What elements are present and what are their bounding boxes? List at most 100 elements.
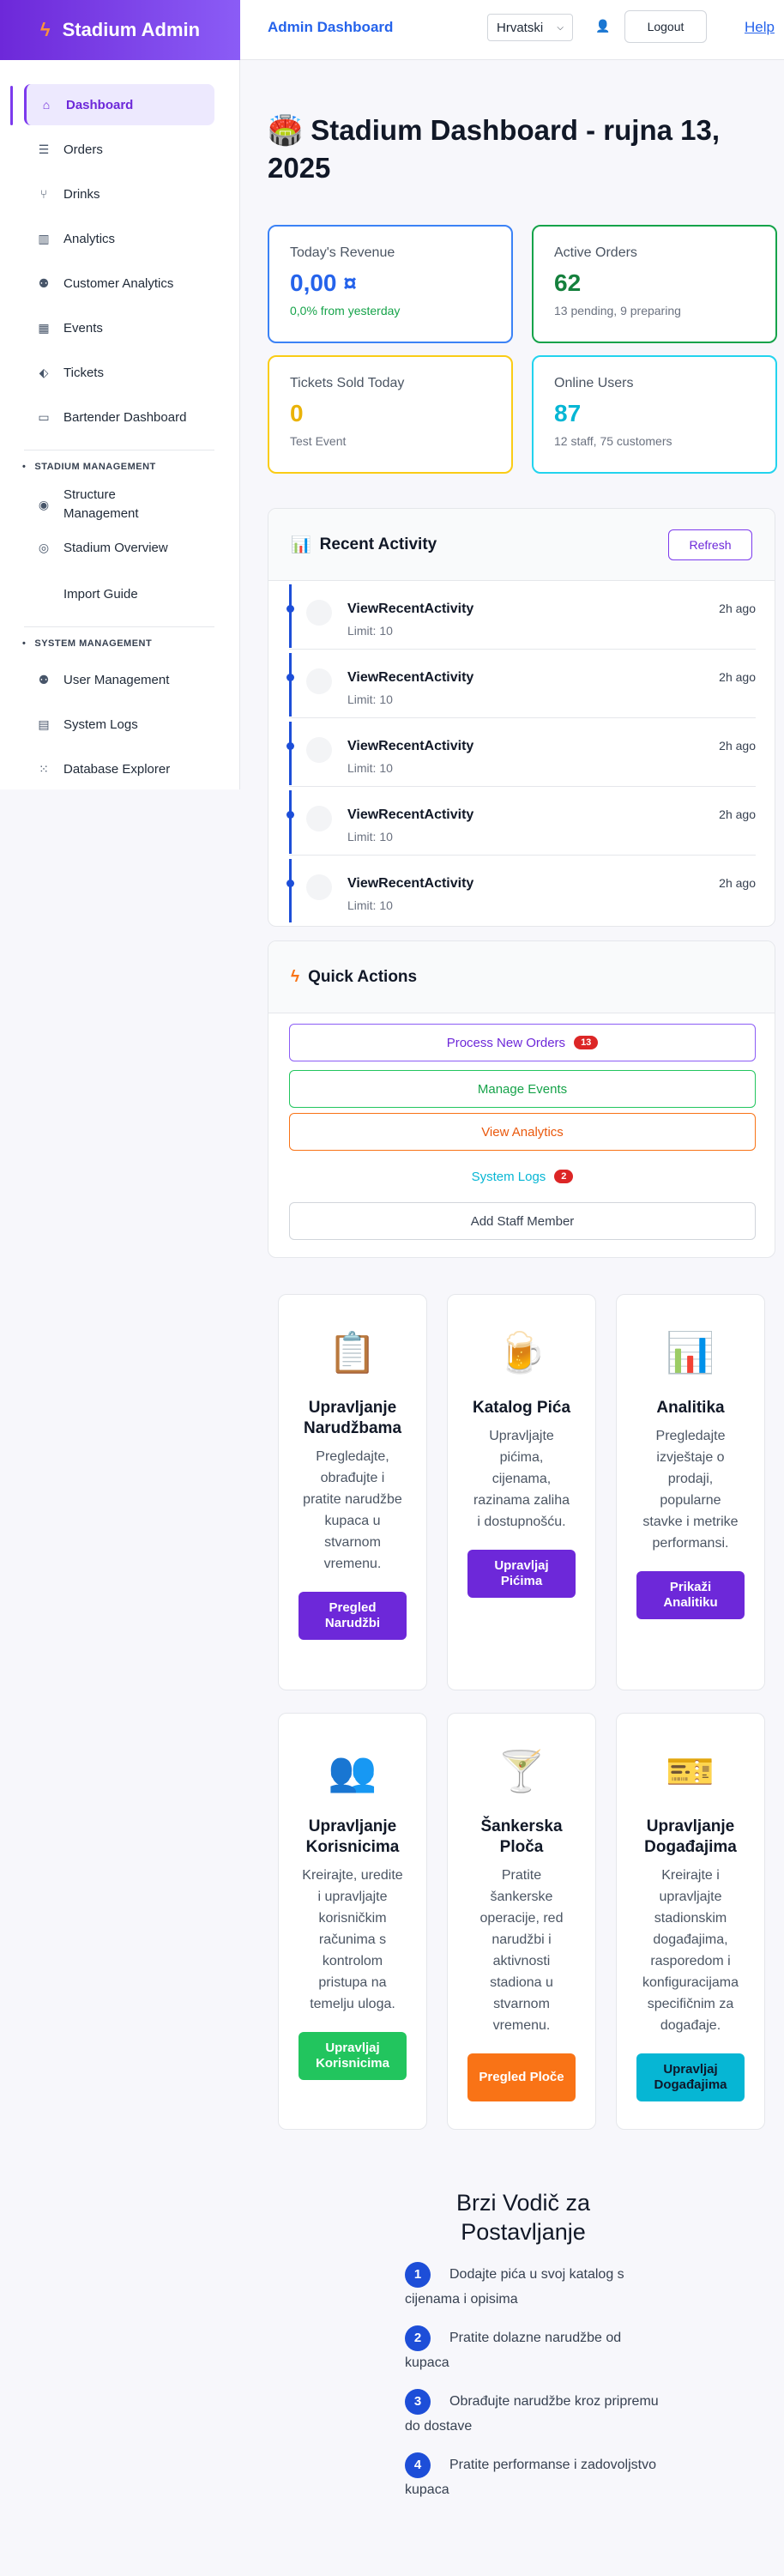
activity-meta: Limit: 10: [347, 761, 393, 775]
timeline-line: [289, 722, 292, 785]
guide-step: 1 Dodajte pića u svoj katalog s cijenama …: [405, 2262, 662, 2312]
activity-item: ViewRecentActivity Limit: 10 2h ago: [286, 787, 756, 856]
top-title[interactable]: Admin Dashboard: [268, 19, 393, 36]
sidebar-item-structure-management[interactable]: ◉ Structure Management: [24, 481, 214, 529]
bolt-icon: ϟ: [291, 967, 300, 986]
activity-meta: Limit: 10: [347, 624, 393, 638]
sidebar-item-tickets[interactable]: ⬖ Tickets: [24, 352, 214, 393]
chart-icon: 📊: [666, 1330, 715, 1375]
sidebar-item-events[interactable]: ▦ Events: [24, 307, 214, 348]
activity-meta: Limit: 10: [347, 898, 393, 912]
sidebar-item-user-management[interactable]: ⚉ User Management: [24, 659, 214, 700]
activity-meta: Limit: 10: [347, 830, 393, 844]
monitor-icon: ▭: [38, 409, 50, 424]
sidebar-item-system-logs[interactable]: ▤ System Logs: [24, 704, 214, 745]
guide-title: Brzi Vodič za Postavljanje: [455, 2190, 591, 2245]
button-label: View Analytics: [481, 1124, 564, 1140]
users-icon: 👥: [328, 1749, 377, 1793]
activity-item: ViewRecentActivity Limit: 10 2h ago: [286, 650, 756, 718]
step-number: 4: [405, 2452, 431, 2478]
section-label: SYSTEM MANAGEMENT: [34, 638, 153, 649]
button-label: System Logs: [471, 1169, 546, 1184]
view-analytics-button[interactable]: View Analytics: [289, 1113, 756, 1151]
activity-avatar: [306, 668, 332, 694]
stat-sub: 12 staff, 75 customers: [554, 434, 672, 448]
view-board-button[interactable]: Pregled Ploče: [467, 2053, 576, 2101]
ticket-icon: 🎫: [666, 1749, 715, 1793]
manage-users-button[interactable]: Upravljaj Korisnicima: [299, 2032, 407, 2080]
timeline-line: [289, 790, 292, 854]
stat-label: Active Orders: [554, 245, 637, 260]
show-analytics-button[interactable]: Prikaži Analitiku: [636, 1571, 745, 1619]
sidebar-item-database-explorer[interactable]: ⁙ Database Explorer: [24, 748, 214, 789]
activity-avatar: [306, 737, 332, 763]
logout-button[interactable]: Logout: [624, 10, 707, 43]
sidebar-item-import-guide[interactable]: Import Guide: [24, 573, 214, 614]
help-link[interactable]: Help: [745, 19, 775, 36]
sidebar-item-label: System Logs: [63, 717, 138, 732]
step-text: Pratite dolazne narudžbe od kupaca: [405, 2331, 622, 2370]
add-staff-button[interactable]: Add Staff Member: [289, 1202, 756, 1240]
timeline-dot: [286, 674, 294, 681]
step-number: 1: [405, 2262, 431, 2288]
manage-drinks-button[interactable]: Upravljaj Pićima: [467, 1550, 576, 1598]
feature-card-analytics: 📊 Analitika Pregledajte izvještaje o pro…: [616, 1294, 765, 1690]
panel-title: Quick Actions: [308, 967, 418, 986]
step-number: 3: [405, 2389, 431, 2415]
panel-header: ϟ Quick Actions: [268, 941, 775, 1013]
process-orders-button[interactable]: Process New Orders 13: [289, 1024, 756, 1061]
stat-card-tickets-sold: Tickets Sold Today 0 Test Event: [268, 355, 513, 474]
sidebar-item-drinks[interactable]: ⑂ Drinks: [24, 173, 214, 215]
stat-label: Tickets Sold Today: [290, 376, 405, 390]
sidebar-item-label: Orders: [63, 142, 103, 157]
activity-avatar: [306, 600, 332, 626]
sidebar-item-stadium-overview[interactable]: ◎ Stadium Overview: [24, 530, 214, 565]
timeline-dot: [286, 811, 294, 819]
active-marker: [10, 86, 13, 125]
sidebar-item-dashboard[interactable]: ⌂ Dashboard: [24, 84, 214, 125]
guide-step: 2 Pratite dolazne narudžbe od kupaca: [405, 2325, 662, 2375]
sidebar-item-label: User Management: [63, 672, 170, 687]
activity-avatar: [306, 806, 332, 831]
stat-sub: 0,0% from yesterday: [290, 304, 401, 317]
chevron-down-icon: ⌵: [557, 22, 564, 33]
feature-description: Pratite šankerske operacije, red narudžb…: [479, 1868, 564, 2033]
sidebar-item-analytics[interactable]: ▥ Analytics: [24, 218, 214, 259]
activity-time: 2h ago: [719, 602, 756, 615]
feature-description: Kreirajte, uredite i upravljajte korisni…: [302, 1868, 403, 2011]
brand[interactable]: ϟ Stadium Admin: [0, 0, 240, 60]
drink-icon: ⑂: [39, 187, 48, 201]
page-title: 🏟️ Stadium Dashboard - rujna 13, 2025: [268, 114, 721, 184]
section-stadium-management: • STADIUM MANAGEMENT: [22, 462, 156, 472]
step-number: 2: [405, 2325, 431, 2351]
quick-actions-panel: ϟ Quick Actions Process New Orders 13 Ma…: [268, 940, 775, 1258]
sidebar-item-label: Customer Analytics: [63, 275, 174, 291]
sidebar-item-label: Tickets: [63, 365, 104, 380]
button-label: Manage Events: [477, 1081, 568, 1097]
refresh-button[interactable]: Refresh: [668, 529, 752, 560]
stat-card-active-orders: Active Orders 62 13 pending, 9 preparing: [532, 225, 777, 343]
system-logs-button[interactable]: System Logs 2: [289, 1158, 756, 1195]
top-bar: ϟ Stadium Admin Admin Dashboard Hrvatski…: [0, 0, 784, 60]
user-icon[interactable]: 👤: [595, 19, 610, 33]
manage-events-button[interactable]: Manage Events: [289, 1070, 756, 1108]
sidebar-item-label: Bartender Dashboard: [63, 409, 187, 425]
manage-events-button[interactable]: Upravljaj Događajima: [636, 2053, 745, 2101]
clipboard-icon: 📋: [328, 1330, 377, 1375]
sidebar-item-orders[interactable]: ☰ Orders: [24, 129, 214, 170]
language-select[interactable]: Hrvatski ⌵: [487, 14, 573, 41]
activity-time: 2h ago: [719, 739, 756, 753]
bolt-icon: ϟ: [39, 19, 51, 40]
sidebar-item-customer-analytics[interactable]: ⚉ Customer Analytics: [24, 263, 214, 304]
view-orders-button[interactable]: Pregled Narudžbi: [299, 1592, 407, 1640]
panel-title: Recent Activity: [319, 535, 437, 553]
sidebar-item-label: Analytics: [63, 231, 116, 246]
cocktail-icon: 🍸: [497, 1749, 546, 1793]
sidebar-item-bartender-dashboard[interactable]: ▭ Bartender Dashboard: [24, 396, 214, 438]
brand-name: Stadium Admin: [62, 19, 201, 40]
feature-title: Šankerska Ploča: [480, 1817, 563, 1856]
stat-card-revenue: Today's Revenue 0,00 ¤ 0,0% from yesterd…: [268, 225, 513, 343]
activity-item: ViewRecentActivity Limit: 10 2h ago: [286, 856, 756, 924]
stat-sub: 13 pending, 9 preparing: [554, 304, 681, 317]
feature-card-orders: 📋 Upravljanje Narudžbama Pregledajte, ob…: [278, 1294, 427, 1690]
